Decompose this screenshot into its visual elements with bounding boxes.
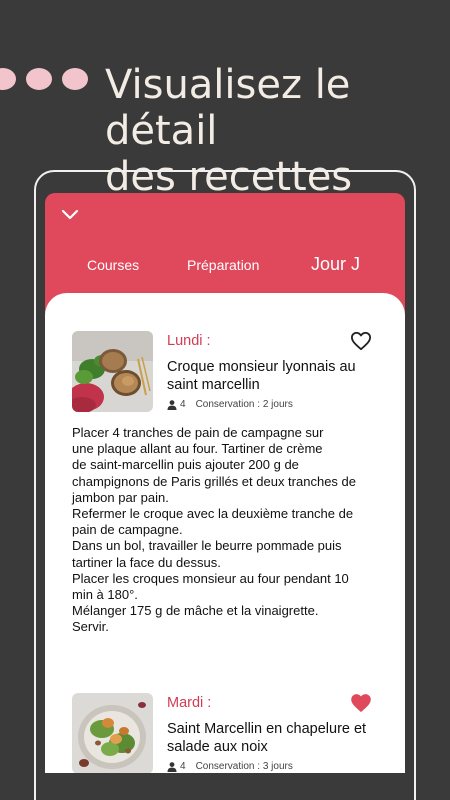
recipe-thumbnail: [72, 331, 153, 412]
recipe-title: Croque monsieur lyonnais au saint marcel…: [167, 359, 356, 393]
dot: [0, 68, 16, 90]
person-icon: [167, 761, 177, 772]
recipes-sheet: Lundi : Croque monsieur lyonnais au sain…: [45, 293, 405, 773]
person-icon: [167, 399, 177, 410]
headline-line-1: Visualisez le détail: [105, 62, 351, 154]
recipe-servings: 4: [180, 761, 186, 772]
tab-jour-j[interactable]: Jour J: [311, 254, 360, 275]
app-screen: Courses Préparation Jour J Lundi: Croqu…: [45, 193, 405, 773]
tab-bar: Courses Préparation Jour J: [45, 251, 405, 281]
tab-preparation[interactable]: Préparation: [187, 257, 259, 273]
recipe-instructions: Placer 4 tranches de pain de campagne su…: [72, 425, 356, 635]
recipe-meta: 4 Conservation : 2 jours: [167, 399, 293, 410]
recipe-title: Saint Marcellin en chapelure et salade a…: [167, 721, 367, 755]
recipe-day: Mardi :: [167, 695, 212, 711]
carousel-dots: [0, 68, 88, 90]
recipe-meta: 4 Conservation : 3 jours: [167, 761, 293, 772]
heart-outline-icon[interactable]: [350, 331, 372, 351]
heart-filled-icon[interactable]: [350, 693, 372, 713]
recipe-conservation: Conservation : 2 jours: [195, 399, 293, 410]
dot: [26, 68, 52, 90]
recipe-servings: 4: [180, 399, 186, 410]
recipe-thumbnail: [72, 693, 153, 773]
chevron-down-icon[interactable]: [60, 207, 80, 223]
recipe-day: Lundi :: [167, 333, 211, 349]
recipe-conservation: Conservation : 3 jours: [195, 761, 293, 772]
dot: [62, 68, 88, 90]
tab-courses[interactable]: Courses: [87, 257, 139, 273]
